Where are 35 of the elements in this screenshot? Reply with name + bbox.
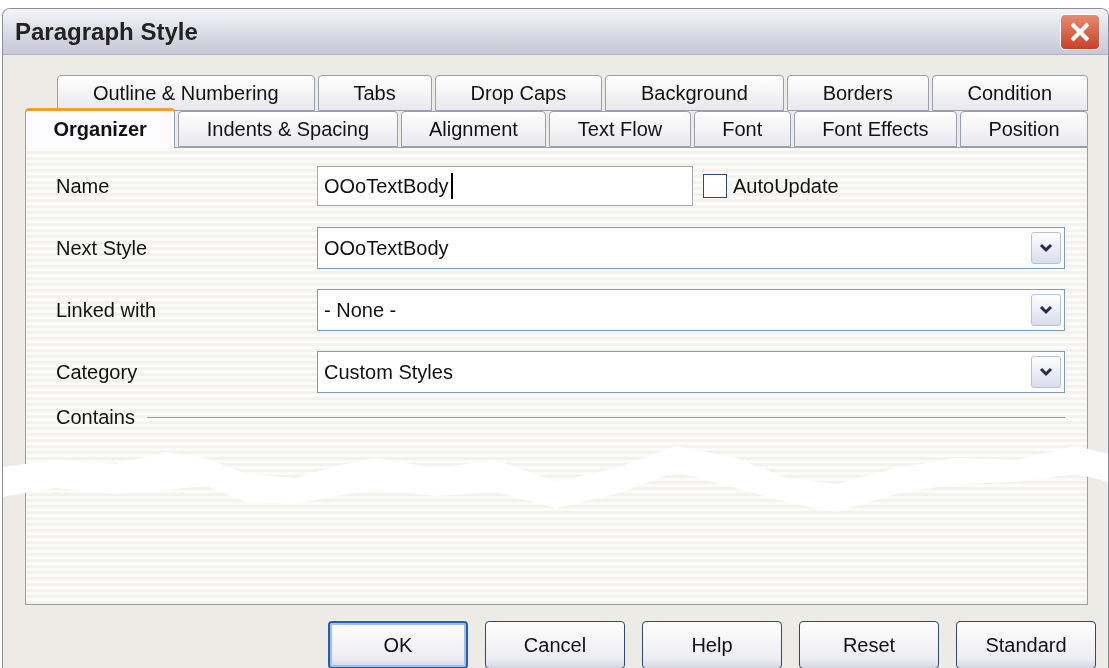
tab[interactable]: Background	[605, 75, 784, 111]
tab[interactable]: Drop Caps	[434, 75, 603, 111]
tab[interactable]: Condition	[931, 75, 1088, 111]
field-label: Name	[56, 174, 111, 198]
checkbox-label: AutoUpdate	[733, 174, 839, 198]
tab[interactable]: Indents & Spacing	[178, 111, 398, 147]
close-icon	[1069, 20, 1091, 43]
tab[interactable]: Tabs	[317, 75, 432, 111]
dropdown-field[interactable]: OOoTextBody	[317, 227, 1065, 269]
tab[interactable]: Font Effects	[793, 111, 957, 147]
chevron-down-icon	[1031, 294, 1061, 326]
dropdown-field[interactable]: - None -	[317, 289, 1065, 331]
dropdown-field[interactable]: Custom Styles	[317, 351, 1065, 393]
close-button[interactable]	[1060, 13, 1100, 50]
tab[interactable]: Position	[959, 111, 1088, 147]
window-title: Paragraph Style	[15, 17, 198, 46]
field-label: Linked with	[56, 298, 158, 322]
dialog-button[interactable]: Reset	[799, 621, 939, 668]
dialog-button[interactable]: Standard	[956, 621, 1096, 668]
dialog-button[interactable]: Help	[642, 621, 782, 668]
tab[interactable]: Font	[693, 111, 791, 147]
field-label: Next Style	[56, 236, 149, 260]
tab[interactable]: Borders	[786, 75, 929, 111]
dialog-button[interactable]: OK	[328, 621, 468, 668]
tab[interactable]: Organizer	[25, 108, 176, 148]
checkbox[interactable]	[703, 174, 727, 198]
tab[interactable]: Text Flow	[549, 111, 691, 147]
chevron-down-icon	[1031, 232, 1061, 264]
dialog-button[interactable]: Cancel	[485, 621, 625, 668]
field-label: Category	[56, 360, 139, 384]
chevron-down-icon	[1031, 356, 1061, 388]
input-field[interactable]: OOoTextBody	[317, 166, 693, 206]
section-label: Contains	[56, 406, 135, 429]
tab[interactable]: Alignment	[400, 111, 547, 147]
tab[interactable]: Outline & Numbering	[57, 75, 315, 111]
